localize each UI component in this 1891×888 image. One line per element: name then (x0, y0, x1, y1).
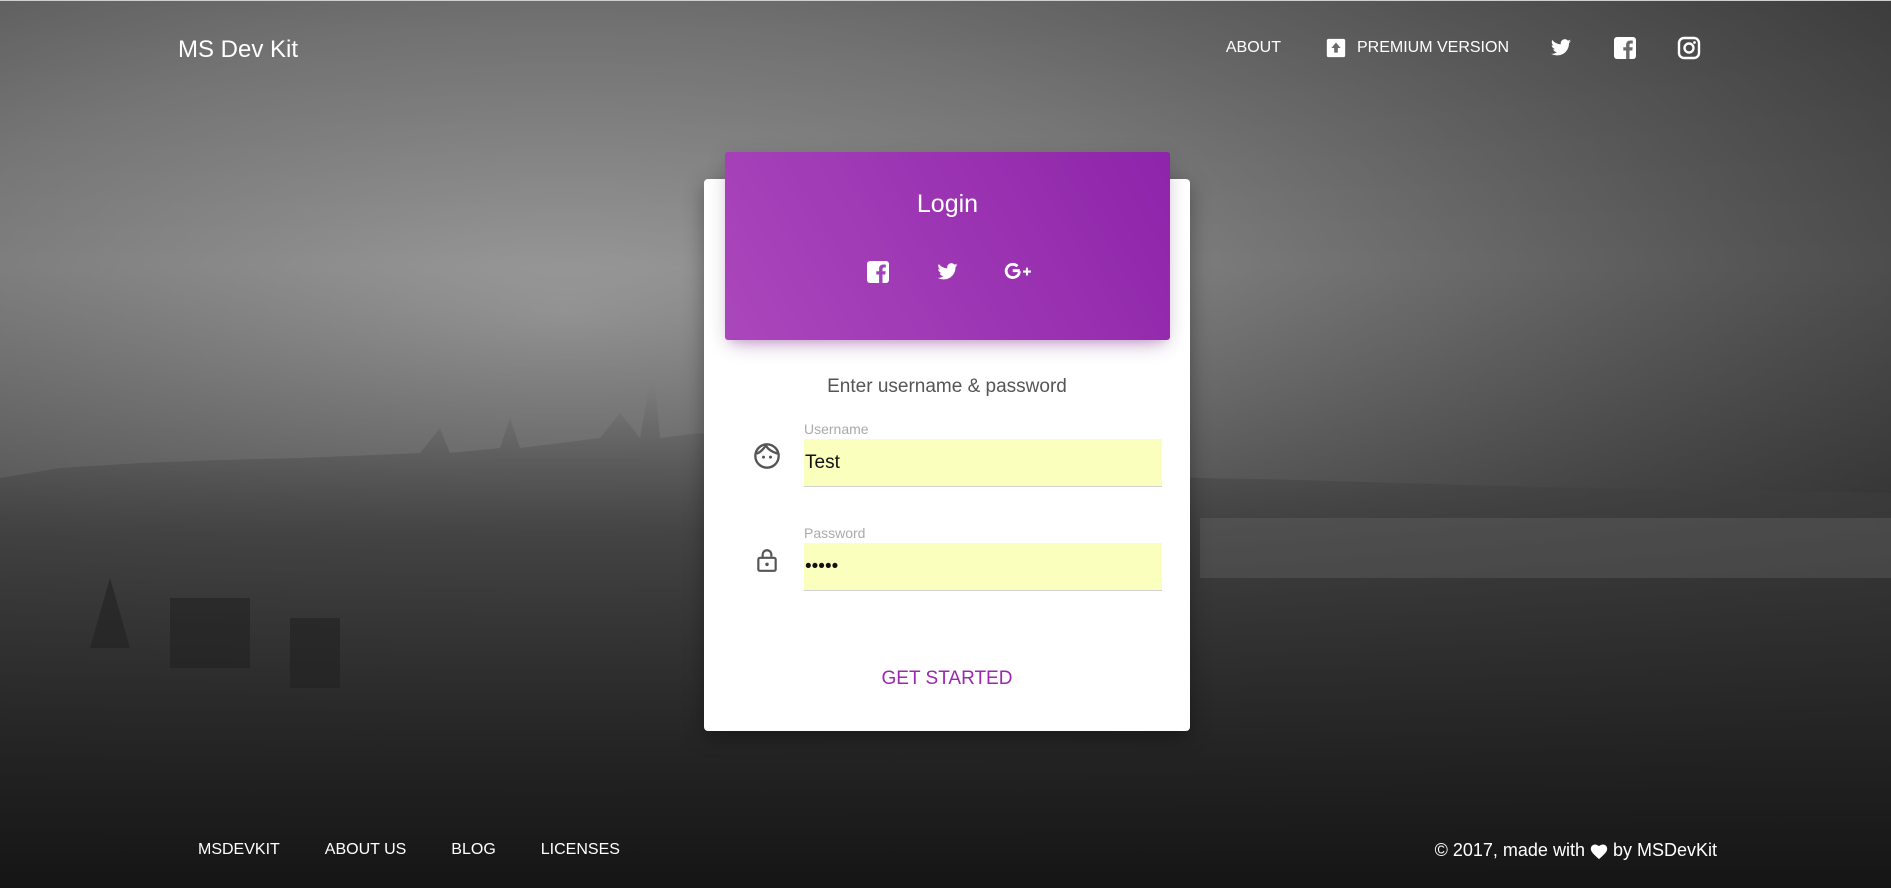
facebook-icon[interactable] (863, 257, 893, 287)
get-started-button[interactable]: GET STARTED (704, 668, 1190, 690)
copyright-suffix: by MSDevKit (1612, 840, 1717, 860)
nav-about-link[interactable]: ABOUT (1226, 32, 1281, 64)
facebook-icon[interactable] (1613, 36, 1637, 60)
footer-link-blog[interactable]: BLOG (451, 841, 495, 859)
footer-link-msdevkit[interactable]: MSDEVKIT (198, 841, 280, 859)
google-plus-icon[interactable] (1003, 257, 1033, 287)
copyright: © 2017, made with by MSDevKit (1435, 840, 1717, 861)
heart-icon (1590, 843, 1608, 859)
footer-link-about-us[interactable]: ABOUT US (325, 841, 407, 859)
twitter-icon[interactable] (933, 257, 963, 287)
nav-about-label: ABOUT (1225, 39, 1281, 56)
password-input[interactable] (804, 543, 1162, 591)
copyright-prefix: © 2017, made with (1434, 840, 1585, 860)
top-border (0, 0, 1891, 1)
login-description: Enter username & password (827, 376, 1067, 397)
lock-icon (752, 545, 782, 575)
face-icon (752, 441, 782, 471)
login-title: Login (916, 190, 979, 218)
twitter-icon[interactable] (1549, 36, 1573, 60)
password-label: Password (804, 525, 866, 541)
top-nav: ABOUT PREMIUM VERSION (1226, 32, 1701, 64)
footer-links: MSDEVKIT ABOUT US BLOG LICENSES (198, 841, 665, 859)
login-card-header: Login (725, 152, 1170, 340)
username-input[interactable] (804, 439, 1162, 487)
footer-link-licenses[interactable]: LICENSES (541, 841, 620, 859)
upload-icon (1326, 38, 1346, 58)
username-label: Username (804, 421, 869, 437)
brand-logo[interactable]: MS Dev Kit (178, 36, 298, 64)
instagram-icon[interactable] (1677, 36, 1701, 60)
nav-premium-label: PREMIUM VERSION (1356, 39, 1509, 56)
nav-premium-link[interactable]: PREMIUM VERSION (1325, 32, 1509, 64)
social-login-buttons (725, 257, 1170, 287)
